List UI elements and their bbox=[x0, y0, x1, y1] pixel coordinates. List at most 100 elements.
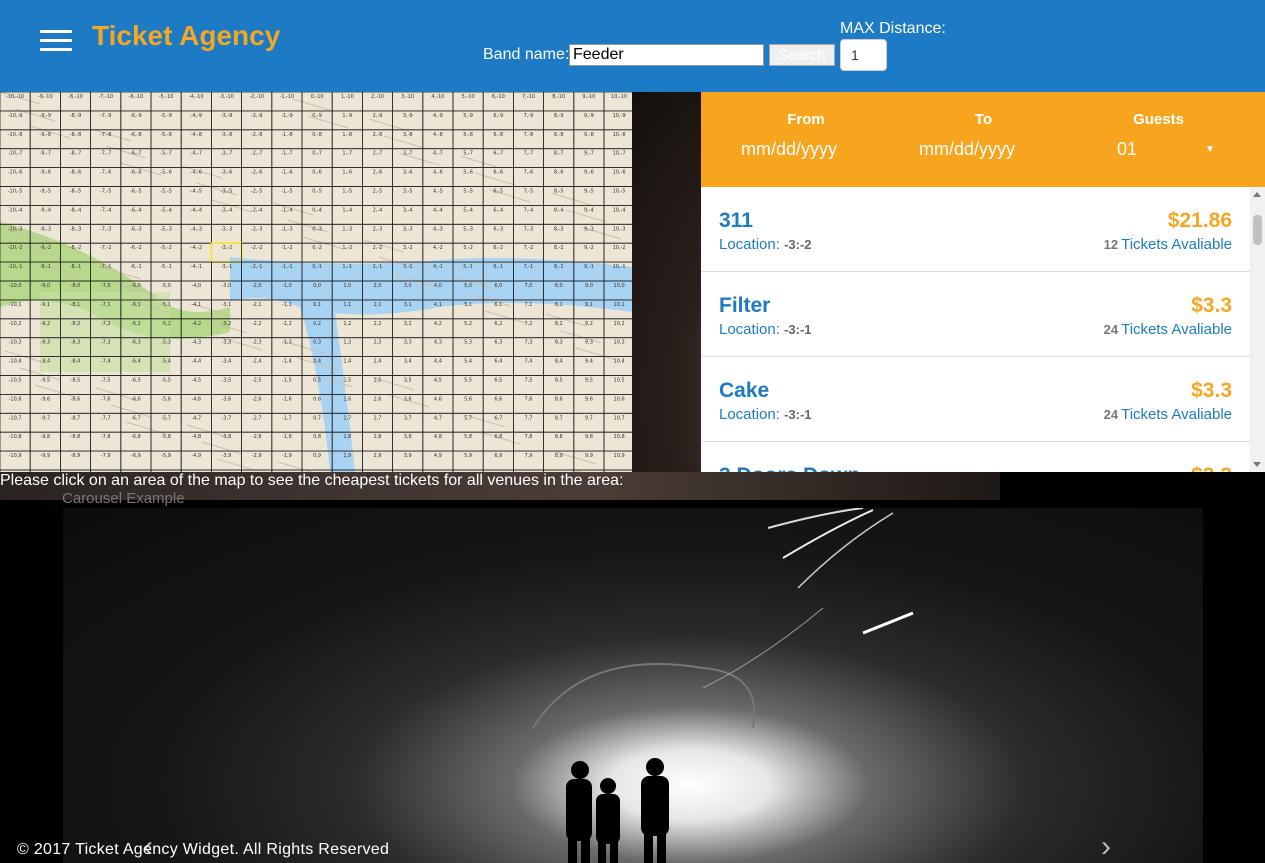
brand-title[interactable]: Ticket Agency bbox=[92, 20, 280, 52]
map-cell-label: 10,-5 bbox=[613, 189, 626, 195]
map-cell-label: 7,4 bbox=[525, 359, 533, 365]
map-cell-label: -8,8 bbox=[71, 434, 81, 440]
map-cell-label: -3,1 bbox=[222, 302, 232, 308]
map-cell-label: 7,5 bbox=[525, 378, 533, 384]
band-name-input[interactable] bbox=[569, 44, 764, 66]
dropdown-arrow-icon[interactable]: ▼ bbox=[1205, 144, 1215, 155]
map-cell-label: 10,-8 bbox=[613, 132, 626, 138]
venue-item[interactable]: Filter $3.3 Location: -3:-1 24 Tickets Av… bbox=[701, 272, 1250, 357]
map-cell-label: 2,7 bbox=[374, 415, 382, 421]
map-cell-label: 6,9 bbox=[494, 453, 502, 459]
map-cell-label: 2,-9 bbox=[373, 113, 383, 119]
map-cell-label: -4,-9 bbox=[191, 113, 203, 119]
map-cell-label: 10,8 bbox=[614, 434, 625, 440]
map-cell-label: 3,-1 bbox=[403, 264, 413, 270]
map-cell-label: 6,3 bbox=[494, 340, 502, 346]
map-cell-label: 8,-9 bbox=[554, 113, 564, 119]
max-distance-label: MAX Distance: bbox=[840, 20, 946, 37]
booking-panel: From mm/dd/yyyy To mm/dd/yyyy Guests 01 … bbox=[701, 92, 1265, 187]
map-cell-label: 1,9 bbox=[343, 453, 351, 459]
map-cell-label: 7,-7 bbox=[524, 151, 534, 157]
venue-name[interactable]: 311 bbox=[719, 209, 753, 233]
from-date-input[interactable]: mm/dd/yyyy bbox=[667, 139, 911, 160]
map-cell-label: 4,6 bbox=[434, 396, 442, 402]
map-cell-label: 0,-9 bbox=[312, 113, 322, 119]
map-cell-label: 2,-4 bbox=[373, 207, 383, 213]
chevron-right-icon[interactable]: › bbox=[1101, 830, 1111, 863]
map-cell-label: -8,0 bbox=[71, 283, 81, 289]
map-cell-label: 2,9 bbox=[374, 453, 382, 459]
map-cell-label: 9,-1 bbox=[584, 264, 594, 270]
to-field[interactable]: To mm/dd/yyyy bbox=[911, 92, 1056, 187]
map-cell-label: -9,5 bbox=[40, 378, 50, 384]
map-grid[interactable]: -10,-10 -9,-10 -8,-10 -7,-10 -6,-10 -5,-10 -4,… bbox=[0, 92, 632, 472]
map-cell-label: -2,9 bbox=[252, 453, 262, 459]
map-cell-label: 0,-5 bbox=[312, 189, 322, 195]
map-cell-label: -10,-6 bbox=[8, 170, 23, 176]
map-cell-label: 4,0 bbox=[434, 283, 442, 289]
map-cell-label: -2,-6 bbox=[251, 170, 263, 176]
map-cell-label: -3,7 bbox=[222, 415, 232, 421]
map-cell-label: 2,1 bbox=[374, 302, 382, 308]
footer-copyright: © 2017 Ticket Agency Widget. All Rights … bbox=[17, 841, 390, 858]
map-cell-label: 7,0 bbox=[525, 283, 533, 289]
guests-field[interactable]: Guests 01 bbox=[1091, 92, 1226, 187]
venue-location: Location: -3:-2 bbox=[719, 236, 812, 253]
map-cell-label: 9,4 bbox=[585, 359, 593, 365]
scroll-down-icon[interactable] bbox=[1253, 462, 1261, 467]
city-grid-map[interactable]: -10,-10 -9,-10 -8,-10 -7,-10 -6,-10 -5,-10 -4,… bbox=[0, 92, 632, 472]
map-cell-label: 8,-8 bbox=[554, 132, 564, 138]
map-cell-label: -1,-6 bbox=[281, 170, 293, 176]
map-cell-label: 8,5 bbox=[555, 378, 563, 384]
map-cell-label: 5,6 bbox=[464, 396, 472, 402]
map-cell-label: 8,3 bbox=[555, 340, 563, 346]
map-cell-label: -1,-7 bbox=[281, 151, 293, 157]
map-cell-label: 5,-2 bbox=[463, 245, 473, 251]
map-cell-label: -5,-5 bbox=[160, 189, 172, 195]
map-cell-label: -10,6 bbox=[9, 396, 22, 402]
map-cell-label: -7,7 bbox=[101, 415, 111, 421]
map-cell-label: 3,4 bbox=[404, 359, 412, 365]
map-cell-label: 5,-9 bbox=[463, 113, 473, 119]
map-cell-label: -6,4 bbox=[131, 359, 141, 365]
venue-item[interactable]: Cake $3.3 Location: -3:-1 24 Tickets Aval… bbox=[701, 357, 1250, 442]
map-cell-label: 6,4 bbox=[494, 359, 502, 365]
map-cell-label: 4,8 bbox=[434, 434, 442, 440]
map-cell-label: 6,-9 bbox=[493, 113, 503, 119]
map-cell-label: -7,9 bbox=[101, 453, 111, 459]
venue-list-scrollbar[interactable] bbox=[1250, 187, 1265, 472]
map-cell-label: 1,-5 bbox=[342, 189, 352, 195]
scrollbar-thumb[interactable] bbox=[1253, 215, 1262, 245]
map-cell-label: -2,-5 bbox=[251, 189, 263, 195]
venue-name[interactable]: Cake bbox=[719, 379, 769, 403]
map-cell-label: 5,-1 bbox=[463, 264, 473, 270]
map-cell-label: 9,8 bbox=[585, 434, 593, 440]
max-distance-input[interactable] bbox=[840, 39, 887, 71]
map-cell-label: -1,-8 bbox=[281, 132, 293, 138]
venue-name[interactable]: Filter bbox=[719, 294, 770, 318]
map-cell-label: -5,-10 bbox=[159, 94, 174, 100]
map-cell-label: 7,9 bbox=[525, 453, 533, 459]
map-cell-label: 0,-2 bbox=[312, 245, 322, 251]
map-cell-label: -8,7 bbox=[71, 415, 81, 421]
menu-icon[interactable] bbox=[40, 30, 72, 52]
map-cell-label: 6,-4 bbox=[493, 207, 503, 213]
map-cell-label: -6,3 bbox=[131, 340, 141, 346]
to-date-input[interactable]: mm/dd/yyyy bbox=[878, 139, 1056, 160]
map-cell-label: 9,-3 bbox=[584, 226, 594, 232]
venue-item[interactable]: 3 Doors Down $3.3 bbox=[701, 442, 1250, 472]
map-instruction: Please click on an area of the map to se… bbox=[0, 472, 624, 489]
venue-name[interactable]: 3 Doors Down bbox=[719, 464, 860, 472]
map-cell-label: -6,7 bbox=[131, 415, 141, 421]
from-label: From bbox=[787, 111, 825, 128]
search-button[interactable]: Search bbox=[769, 44, 835, 66]
map-cell-label: 9,-2 bbox=[584, 245, 594, 251]
venue-item[interactable]: 311 $21.86 Location: -3:-2 12 Tickets Ava… bbox=[701, 187, 1250, 272]
scroll-up-icon[interactable] bbox=[1253, 192, 1261, 197]
map-cell-label: 6,5 bbox=[494, 378, 502, 384]
map-cell-label: -9,9 bbox=[40, 453, 50, 459]
map-cell-label: 9,2 bbox=[585, 321, 593, 327]
map-cell-label: -6,5 bbox=[131, 378, 141, 384]
map-cell-label: 4,3 bbox=[434, 340, 442, 346]
map-cell-label: -3,5 bbox=[222, 378, 232, 384]
